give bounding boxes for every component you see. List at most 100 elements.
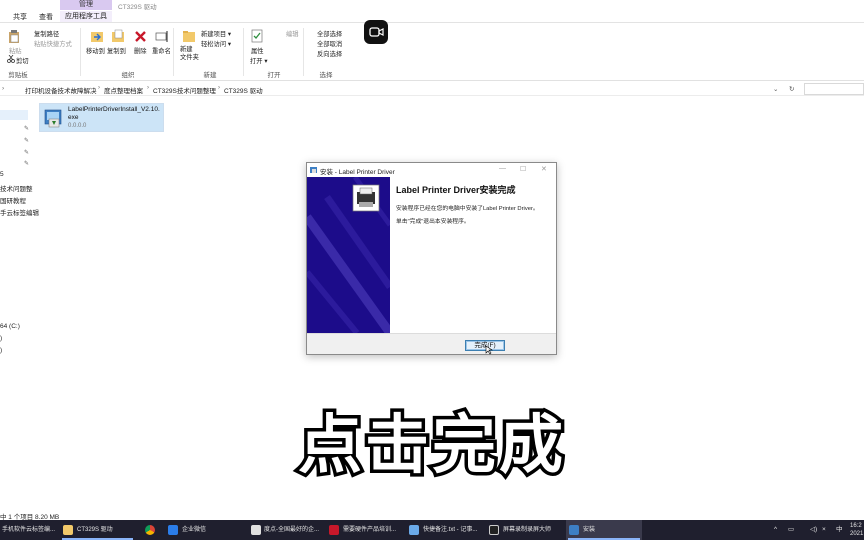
wecom-icon xyxy=(168,525,178,535)
properties-icon xyxy=(251,29,263,43)
cut-icon xyxy=(7,55,15,63)
sidebar-item[interactable]: ) xyxy=(0,335,2,342)
taskbar-item[interactable]: 需要硬件产品培训... xyxy=(326,520,404,540)
new-folder-button[interactable]: 新建 文件夹 xyxy=(180,46,199,62)
breadcrumb-item[interactable]: CT329S技术问题整理 xyxy=(153,85,216,95)
search-input[interactable] xyxy=(804,83,864,95)
installer-icon xyxy=(44,109,62,128)
ribbon-divider xyxy=(243,28,244,76)
taskbar-item[interactable]: 企业微信 xyxy=(165,520,245,540)
maximize-icon[interactable]: ☐ xyxy=(520,165,526,173)
up-arrow-icon[interactable]: › xyxy=(2,85,4,92)
ribbon-divider xyxy=(173,28,174,76)
copy-to-button[interactable]: 复制到 xyxy=(107,46,126,55)
pin-icon: ✎ xyxy=(24,150,30,156)
taskbar-item-installer[interactable]: 安装 xyxy=(566,520,642,540)
sidebar-selected-item[interactable] xyxy=(0,110,28,120)
sidebar-item[interactable]: 手云标签编辑 xyxy=(0,207,39,217)
dialog-title-bar: 安装 - Label Printer Driver — ☐ ✕ xyxy=(307,163,556,177)
refresh-icon[interactable]: ↻ xyxy=(789,85,794,93)
folder-icon xyxy=(63,525,73,535)
taskbar-item-label: 手机软件云标签编... xyxy=(2,527,56,533)
invert-selection-button[interactable]: 反向选择 xyxy=(317,49,342,58)
installer-icon xyxy=(569,525,579,535)
recorder-icon xyxy=(489,525,499,535)
taskbar-item[interactable]: 屏幕录制录屏大师 xyxy=(486,520,564,540)
dialog-footer: 完成(F) xyxy=(307,333,556,355)
minimize-icon[interactable]: — xyxy=(499,165,506,172)
easy-access-button[interactable]: 轻松访问 ▾ xyxy=(201,39,231,48)
clock-date: 2021 xyxy=(850,531,864,537)
breadcrumb-item[interactable]: 度点整理档案 xyxy=(104,85,143,95)
address-dropdown-icon[interactable]: ⌄ xyxy=(773,85,778,93)
sidebar-item[interactable]: 国研教程 xyxy=(0,195,26,205)
rename-icon xyxy=(155,31,168,42)
taskbar-item[interactable]: CT329S 驱动 xyxy=(60,520,135,540)
dialog-message: 安装程序已经在您的电脑中安装了Label Printer Driver。 xyxy=(396,206,539,212)
video-camera-icon xyxy=(369,27,384,37)
mouse-cursor-icon xyxy=(485,345,493,355)
tab-share[interactable]: 共享 xyxy=(13,12,27,22)
sidebar-item[interactable]: ) xyxy=(0,347,2,354)
rename-button[interactable]: 重命名 xyxy=(152,46,171,55)
taskbar-item[interactable] xyxy=(142,520,160,540)
title-bar: 管理 CT329S 驱动 xyxy=(0,0,864,11)
delete-button[interactable]: 删除 xyxy=(134,46,147,55)
move-to-button[interactable]: 移动到 xyxy=(86,46,105,55)
taskbar-item[interactable]: 快捷备注.txt - 记事... xyxy=(406,520,484,540)
cut-button[interactable]: 剪切 xyxy=(16,56,29,65)
ribbon-divider xyxy=(303,28,304,76)
file-item[interactable]: LabelPrinterDriverInstall_V2.10.exe 0.0.… xyxy=(39,103,164,132)
breadcrumb-item[interactable]: 打印机设备技术故障解决 xyxy=(25,85,97,95)
breadcrumb-separator-icon: › xyxy=(218,85,220,91)
ime-indicator[interactable]: 中 xyxy=(836,520,843,540)
ribbon-divider xyxy=(80,28,81,76)
paste-button[interactable]: 粘贴 xyxy=(9,46,22,55)
network-icon[interactable]: ▭ xyxy=(788,520,794,540)
pin-icon: ✎ xyxy=(24,138,30,144)
file-name: LabelPrinterDriverInstall_V2.10.exe xyxy=(68,106,160,121)
video-subtitle: 点击完成 xyxy=(295,406,567,487)
taskbar: 手机软件云标签编... CT329S 驱动 企业微信 度点-全国最好的企... … xyxy=(0,520,864,540)
new-group-label: 新建 xyxy=(203,72,217,79)
copy-path-button[interactable]: 复制路径 xyxy=(34,29,59,38)
volume-icon[interactable]: ◁) xyxy=(810,520,817,540)
select-none-button[interactable]: 全部取消 xyxy=(317,39,342,48)
chrome-icon xyxy=(145,525,155,535)
breadcrumb-separator-icon: › xyxy=(98,85,100,91)
new-item-button[interactable]: 新建项目 ▾ xyxy=(201,29,231,38)
organize-group-label: 组织 xyxy=(121,72,135,79)
installer-small-icon xyxy=(310,167,317,173)
dialog-banner-image xyxy=(307,177,390,333)
open-button[interactable]: 打开 ▾ xyxy=(250,56,268,65)
notepad-icon xyxy=(409,525,419,535)
edit-button[interactable]: 编辑 xyxy=(286,29,299,38)
clock[interactable]: 16:2 2021 xyxy=(850,522,863,538)
taskbar-item[interactable]: 手机软件云标签编... xyxy=(0,520,57,540)
taskbar-item[interactable]: 度点-全国最好的企... xyxy=(248,520,324,540)
paste-shortcut-button[interactable]: 粘贴快捷方式 xyxy=(34,39,72,48)
ribbon: 粘贴 复制路径 粘贴快捷方式 剪切 剪贴板 移动到 复制到 删除 重命名 组织 … xyxy=(0,24,864,81)
tab-app-tools[interactable]: 应用程序工具 xyxy=(60,11,112,22)
tab-view[interactable]: 查看 xyxy=(39,12,53,22)
manage-context-tab[interactable]: 管理 xyxy=(60,0,112,10)
sidebar-item[interactable]: 技术问题整 xyxy=(0,183,33,193)
sidebar-item[interactable]: 5 xyxy=(0,171,4,178)
sidebar-item-c-drive[interactable]: 64 (C:) xyxy=(0,323,20,330)
clipboard-group-label: 剪贴板 xyxy=(8,72,28,79)
copy-to-icon xyxy=(112,29,124,42)
address-bar[interactable]: › 打印机设备技术故障解决 › 度点整理档案 › CT329S技术问题整理 › … xyxy=(0,82,864,96)
new-folder-icon xyxy=(183,31,195,42)
breadcrumb-separator-icon: › xyxy=(147,85,149,91)
screen-recorder-overlay[interactable] xyxy=(364,20,388,44)
breadcrumb-item[interactable]: CT329S 驱动 xyxy=(224,85,263,95)
properties-button[interactable]: 属性 xyxy=(251,46,264,55)
ribbon-tabs: 共享 查看 应用程序工具 xyxy=(0,10,864,23)
speaker-muted-icon[interactable]: × xyxy=(822,520,826,540)
app-icon xyxy=(329,525,339,535)
tray-up-arrow-icon[interactable]: ^ xyxy=(774,520,777,540)
close-icon[interactable]: ✕ xyxy=(541,165,547,173)
select-all-button[interactable]: 全部选择 xyxy=(317,29,342,38)
open-group-label: 打开 xyxy=(267,72,281,79)
dialog-title: 安装 - Label Printer Driver xyxy=(320,169,395,176)
